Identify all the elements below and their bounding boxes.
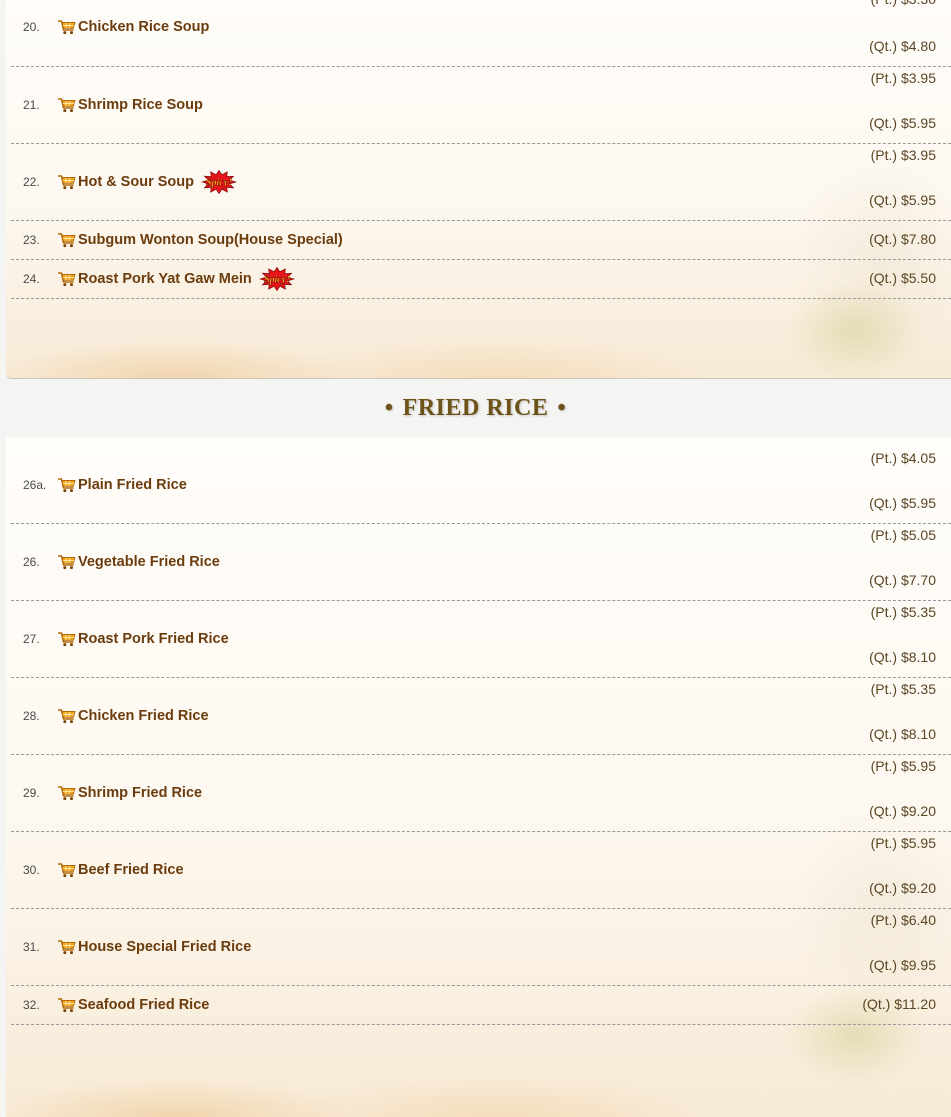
item-price[interactable]: (Pt.) $6.40 xyxy=(871,912,936,928)
shopping-cart-icon[interactable] xyxy=(58,997,78,1013)
item-name[interactable]: Roast Pork Fried Rice xyxy=(78,631,229,647)
item-price[interactable]: (Qt.) $5.95 xyxy=(869,115,936,131)
item-number: 26a. xyxy=(23,477,47,492)
item-price[interactable]: (Qt.) $11.20 xyxy=(862,996,936,1012)
spicy-badge-text: Spicy! xyxy=(264,274,290,285)
item-price[interactable]: (Pt.) $4.05 xyxy=(871,450,936,466)
item-link[interactable]: Shrimp Rice Soup xyxy=(58,97,203,113)
item-link[interactable]: House Special Fried Rice xyxy=(58,939,251,955)
item-name[interactable]: Chicken Fried Rice xyxy=(78,708,209,724)
item-name[interactable]: Subgum Wonton Soup(House Special) xyxy=(78,232,343,248)
item-number: 26. xyxy=(23,554,40,569)
item-link[interactable]: Seafood Fried Rice xyxy=(58,997,209,1013)
shopping-cart-icon[interactable] xyxy=(58,19,78,35)
item-name[interactable]: Beef Fried Rice xyxy=(78,862,184,878)
menu-item-row[interactable]: 29. Shrimp Fried Rice (Pt.) $5.95 (Qt.) $9.… xyxy=(11,754,951,832)
shopping-cart-icon[interactable] xyxy=(58,631,78,647)
menu-item-row[interactable]: 23. Subgum Wonton Soup(House Special) (Qt.… xyxy=(11,220,951,260)
item-price[interactable]: (Pt.) $5.35 xyxy=(871,604,936,620)
item-link[interactable]: Chicken Rice Soup xyxy=(58,19,209,35)
item-link[interactable]: Roast Pork Fried Rice xyxy=(58,631,229,647)
item-price[interactable]: (Qt.) $8.10 xyxy=(869,726,936,742)
item-number: 22. xyxy=(23,174,40,189)
item-link[interactable]: Plain Fried Rice xyxy=(58,477,187,493)
shopping-cart-icon[interactable] xyxy=(58,174,78,190)
item-price[interactable]: (Qt.) $9.95 xyxy=(869,957,936,973)
item-number: 28. xyxy=(23,708,40,723)
item-price[interactable]: (Qt.) $7.80 xyxy=(869,231,936,247)
item-number: 24. xyxy=(23,271,40,286)
menu-item-row[interactable]: 30. Beef Fried Rice (Pt.) $5.95 (Qt.) $9.20 xyxy=(11,831,951,909)
item-price[interactable]: (Qt.) $9.20 xyxy=(869,880,936,896)
item-price[interactable]: (Pt.) $3.95 xyxy=(871,70,936,86)
shopping-cart-icon[interactable] xyxy=(58,477,78,493)
item-number: 20. xyxy=(23,19,40,34)
menu-item-row[interactable]: 28. Chicken Fried Rice (Pt.) $5.35 (Qt.) $8… xyxy=(11,677,951,755)
item-number: 21. xyxy=(23,97,40,112)
item-number: 31. xyxy=(23,939,40,954)
shopping-cart-icon[interactable] xyxy=(58,97,78,113)
item-price[interactable]: (Qt.) $8.10 xyxy=(869,649,936,665)
item-price[interactable]: (Qt.) $4.80 xyxy=(869,38,936,54)
item-price[interactable]: (Qt.) $5.95 xyxy=(869,495,936,511)
item-link[interactable]: Hot & Sour Soup Spicy! xyxy=(58,169,238,194)
item-price[interactable]: (Pt.) $5.35 xyxy=(871,681,936,697)
item-price[interactable]: (Pt.) $3.30 xyxy=(871,0,936,7)
item-link[interactable]: Vegetable Fried Rice xyxy=(58,554,220,570)
menu-item-row[interactable]: 22. Hot & Sour Soup Spicy! (Pt.) $3.95 (Qt.)… xyxy=(11,143,951,221)
item-name[interactable]: Plain Fried Rice xyxy=(78,477,187,493)
item-number: 29. xyxy=(23,785,40,800)
shopping-cart-icon[interactable] xyxy=(58,862,78,878)
item-name[interactable]: Vegetable Fried Rice xyxy=(78,554,220,570)
item-name[interactable]: Shrimp Rice Soup xyxy=(78,97,203,113)
menu-item-row[interactable]: 26. Vegetable Fried Rice (Pt.) $5.05 (Qt.) … xyxy=(11,523,951,601)
item-price[interactable]: (Qt.) $5.50 xyxy=(869,270,936,286)
shopping-cart-icon[interactable] xyxy=(58,708,78,724)
item-price[interactable]: (Qt.) $7.70 xyxy=(869,572,936,588)
menu-item-row[interactable]: 21. Shrimp Rice Soup (Pt.) $3.95 (Qt.) $5.9… xyxy=(11,66,951,144)
title-bullet-right: • xyxy=(557,394,567,421)
menu-item-row[interactable]: 27. Roast Pork Fried Rice (Pt.) $5.35 (Qt.)… xyxy=(11,600,951,678)
item-name[interactable]: Chicken Rice Soup xyxy=(78,19,209,35)
item-name[interactable]: Roast Pork Yat Gaw Mein xyxy=(78,271,252,287)
shopping-cart-icon[interactable] xyxy=(58,554,78,570)
item-price[interactable]: (Pt.) $3.95 xyxy=(871,147,936,163)
item-link[interactable]: Chicken Fried Rice xyxy=(58,708,209,724)
item-name[interactable]: House Special Fried Rice xyxy=(78,939,251,955)
item-price[interactable]: (Pt.) $5.95 xyxy=(871,835,936,851)
menu-item-row[interactable]: 31. House Special Fried Rice (Pt.) $6.40 (Q… xyxy=(11,908,951,986)
item-number: 32. xyxy=(23,997,40,1012)
item-number: 27. xyxy=(23,631,40,646)
item-price[interactable]: (Pt.) $5.05 xyxy=(871,527,936,543)
section-header-fried-rice: • FRIED RICE • xyxy=(0,380,951,436)
shopping-cart-icon[interactable] xyxy=(58,232,78,248)
menu-item-row[interactable]: 24. Roast Pork Yat Gaw Mein Spicy! (Qt.) $5… xyxy=(11,259,951,299)
shopping-cart-icon[interactable] xyxy=(58,785,78,801)
section-title-text: FRIED RICE xyxy=(402,394,549,421)
spicy-badge-icon: Spicy! xyxy=(258,266,295,291)
item-name[interactable]: Seafood Fried Rice xyxy=(78,997,209,1013)
item-link[interactable]: Subgum Wonton Soup(House Special) xyxy=(58,232,343,248)
menu-item-row[interactable]: 26a. Plain Fried Rice (Pt.) $4.05 (Qt.) $5.… xyxy=(11,446,951,524)
title-bullet-left: • xyxy=(384,394,394,421)
menu-item-row[interactable]: 20. Chicken Rice Soup (Pt.) $3.30 (Qt.) $4.… xyxy=(11,0,951,67)
menu-item-row[interactable]: 32. Seafood Fried Rice (Qt.) $11.20 xyxy=(11,985,951,1025)
spicy-badge-icon: Spicy! xyxy=(200,169,238,194)
item-price[interactable]: (Pt.) $5.95 xyxy=(871,758,936,774)
item-name[interactable]: Hot & Sour Soup xyxy=(78,174,194,190)
item-link[interactable]: Shrimp Fried Rice xyxy=(58,785,202,801)
item-name[interactable]: Shrimp Fried Rice xyxy=(78,785,202,801)
item-price[interactable]: (Qt.) $9.20 xyxy=(869,803,936,819)
item-price[interactable]: (Qt.) $5.95 xyxy=(869,192,936,208)
shopping-cart-icon[interactable] xyxy=(58,939,78,955)
item-link[interactable]: Roast Pork Yat Gaw Mein Spicy! xyxy=(58,266,296,291)
shopping-cart-icon[interactable] xyxy=(58,271,78,287)
item-number: 23. xyxy=(23,232,40,247)
item-number: 30. xyxy=(23,862,40,877)
item-link[interactable]: Beef Fried Rice xyxy=(58,862,184,878)
spicy-badge-text: Spicy! xyxy=(206,177,232,188)
section-title: • FRIED RICE • xyxy=(376,395,576,422)
